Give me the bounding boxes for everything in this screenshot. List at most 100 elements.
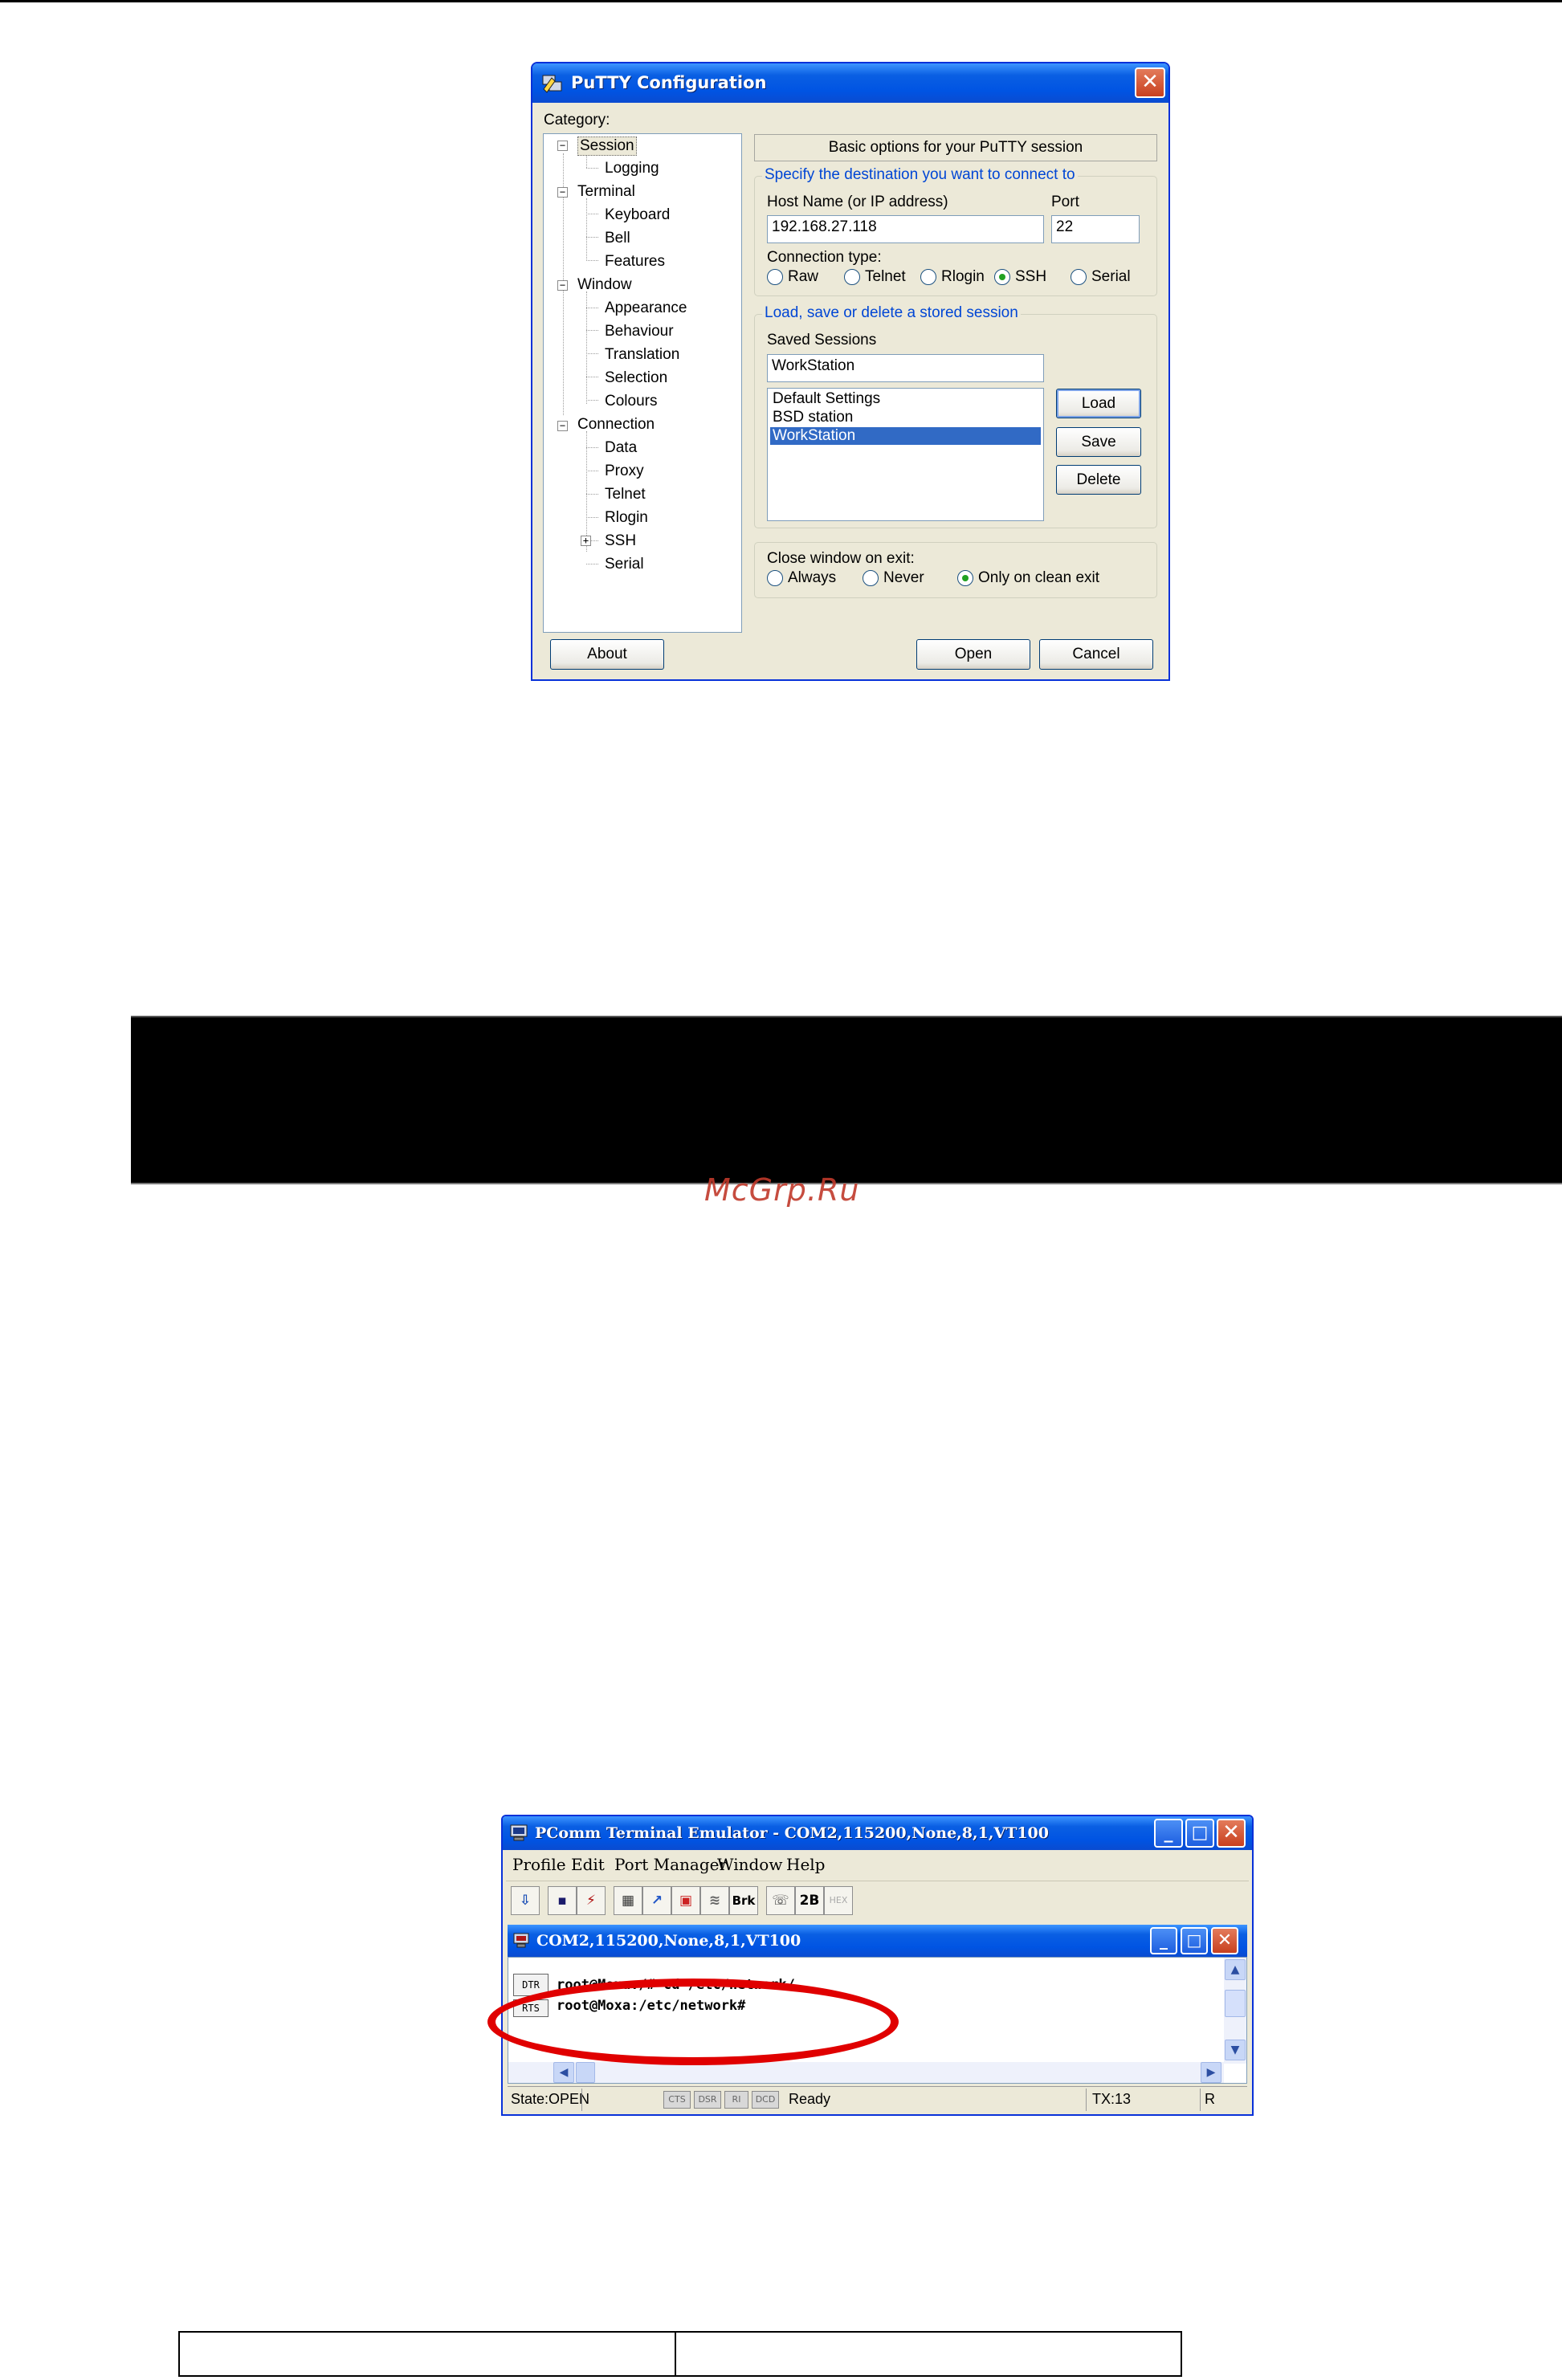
tree-item-terminal[interactable]: Terminal [577, 183, 635, 201]
menu-profile[interactable]: Profile [512, 1855, 566, 1874]
bottom-table-divider [675, 2331, 676, 2377]
tree-item-colours[interactable]: Colours [605, 393, 657, 410]
tree-item-features[interactable]: Features [605, 253, 665, 271]
radio-serial[interactable] [1071, 269, 1087, 285]
cancel-button[interactable]: Cancel [1039, 639, 1153, 670]
about-button[interactable]: About [550, 639, 664, 670]
tree-item-data[interactable]: Data [605, 439, 637, 457]
tree-item-telnet[interactable]: Telnet [605, 486, 646, 503]
session-title: COM2,115200,None,8,1,VT100 [536, 1932, 801, 1950]
close-icon[interactable]: ✕ [1135, 67, 1165, 98]
disconnect-icon[interactable]: ⚡ [577, 1886, 606, 1915]
session-icon [513, 1933, 529, 1948]
two-bytes-button[interactable]: 2B [795, 1886, 824, 1915]
radio-never-label: Never [883, 569, 924, 586]
session-titlebar[interactable]: COM2,115200,None,8,1,VT100 _ □ ✕ [508, 1925, 1247, 1957]
tx-count: TX:13 [1092, 2091, 1132, 2107]
scroll-right-icon[interactable]: ▶ [1201, 2062, 1221, 2083]
scroll-left-icon[interactable]: ◀ [553, 2062, 574, 2083]
tree-item-selection[interactable]: Selection [605, 369, 667, 387]
tree-item-keyboard[interactable]: Keyboard [605, 206, 670, 224]
putty-titlebar[interactable]: PuTTY Configuration ✕ [532, 63, 1168, 103]
open-profile-icon[interactable]: ⇩ [511, 1886, 540, 1915]
pcomm-title: PComm Terminal Emulator - COM2,115200,No… [535, 1824, 1049, 1842]
rx-count: R [1205, 2091, 1215, 2107]
transfer-icon[interactable]: ↗ [642, 1886, 671, 1915]
radio-telnet[interactable] [844, 269, 860, 285]
radio-clean-exit[interactable] [957, 570, 973, 586]
radio-rlogin[interactable] [920, 269, 936, 285]
scroll-up-icon[interactable]: ▲ [1225, 1959, 1246, 1980]
settings-icon[interactable]: ▦ [614, 1886, 642, 1915]
tree-item-connection[interactable]: Connection [577, 416, 655, 434]
menu-port-manager[interactable]: Port Manager [614, 1855, 727, 1874]
tree-item-appearance[interactable]: Appearance [605, 300, 687, 317]
load-button[interactable]: Load [1056, 389, 1141, 418]
radio-never[interactable] [863, 570, 879, 586]
radio-ssh[interactable] [994, 269, 1010, 285]
session-maximize-icon[interactable]: □ [1181, 1927, 1208, 1954]
ready-text: Ready [789, 2091, 831, 2107]
menu-edit[interactable]: Edit [571, 1855, 605, 1874]
break-button[interactable]: Brk [729, 1886, 758, 1915]
putty-title: PuTTY Configuration [571, 73, 767, 92]
menu-window[interactable]: Window [717, 1855, 782, 1874]
status-bar: State:OPEN CTS DSR RI DCD Ready TX:13 R [508, 2086, 1247, 2112]
close-icon[interactable]: ✕ [1217, 1819, 1246, 1848]
tree-item-rlogin[interactable]: Rlogin [605, 509, 648, 527]
session-close-icon[interactable]: ✕ [1211, 1927, 1238, 1954]
dial-icon[interactable]: ☏ [766, 1886, 795, 1915]
category-tree[interactable]: − − − − + Session Logging Terminal Keybo… [543, 133, 742, 633]
open-button[interactable]: Open [916, 639, 1030, 670]
session-item-workstation[interactable]: WorkStation [770, 427, 1041, 445]
log-icon[interactable]: ≋ [700, 1886, 729, 1915]
sessions-list[interactable]: Default Settings BSD station WorkStation [767, 388, 1044, 521]
horizontal-scrollbar[interactable] [508, 2062, 1224, 2083]
pcomm-titlebar[interactable]: PComm Terminal Emulator - COM2,115200,No… [503, 1816, 1252, 1850]
category-label: Category: [544, 112, 610, 128]
port-label: Port [1051, 194, 1079, 210]
menu-help[interactable]: Help [786, 1855, 825, 1874]
tree-item-ssh[interactable]: SSH [605, 532, 636, 550]
radio-always[interactable] [767, 570, 783, 586]
collapse-window-icon[interactable]: − [557, 280, 568, 291]
h-scroll-thumb[interactable] [576, 2062, 595, 2083]
collapse-session-icon[interactable]: − [557, 141, 568, 151]
capture-icon[interactable]: ▣ [671, 1886, 700, 1915]
tree-item-serial[interactable]: Serial [605, 556, 644, 573]
radio-raw[interactable] [767, 269, 783, 285]
state-text: State:OPEN [511, 2091, 590, 2107]
saved-sessions-input[interactable]: WorkStation [767, 354, 1044, 382]
radio-raw-label: Raw [788, 268, 819, 285]
radio-rlogin-label: Rlogin [941, 268, 985, 285]
session-header: Basic options for your PuTTY session [754, 134, 1157, 161]
tree-item-logging[interactable]: Logging [605, 160, 659, 177]
tree-item-behaviour[interactable]: Behaviour [605, 323, 674, 340]
session-item-default[interactable]: Default Settings [770, 390, 1041, 408]
saved-sessions-label: Saved Sessions [767, 332, 877, 348]
pcomm-window: PComm Terminal Emulator - COM2,115200,No… [501, 1815, 1254, 2116]
collapse-connection-icon[interactable]: − [557, 421, 568, 431]
delete-button[interactable]: Delete [1056, 465, 1141, 495]
radio-always-label: Always [788, 569, 837, 586]
port-input[interactable]: 22 [1051, 215, 1140, 243]
tree-item-window[interactable]: Window [577, 276, 632, 294]
scroll-down-icon[interactable]: ▼ [1225, 2040, 1246, 2060]
tree-item-proxy[interactable]: Proxy [605, 463, 644, 480]
putty-app-icon [542, 75, 562, 93]
hex-button[interactable]: HEX [824, 1886, 853, 1915]
host-name-input[interactable]: 192.168.27.118 [767, 215, 1044, 243]
tree-item-translation[interactable]: Translation [605, 346, 679, 364]
save-button[interactable]: Save [1056, 427, 1141, 457]
tree-item-bell[interactable]: Bell [605, 230, 630, 247]
save-icon[interactable]: ▪ [548, 1886, 577, 1915]
tree-item-session[interactable]: Session [577, 137, 637, 156]
maximize-icon[interactable]: □ [1185, 1819, 1214, 1848]
collapse-terminal-icon[interactable]: − [557, 187, 568, 198]
expand-ssh-icon[interactable]: + [581, 536, 591, 546]
scroll-thumb[interactable] [1225, 1990, 1246, 2017]
session-minimize-icon[interactable]: _ [1150, 1927, 1177, 1954]
minimize-icon[interactable]: _ [1154, 1819, 1183, 1848]
session-item-bsd[interactable]: BSD station [770, 409, 1041, 426]
radio-serial-label: Serial [1091, 268, 1131, 285]
